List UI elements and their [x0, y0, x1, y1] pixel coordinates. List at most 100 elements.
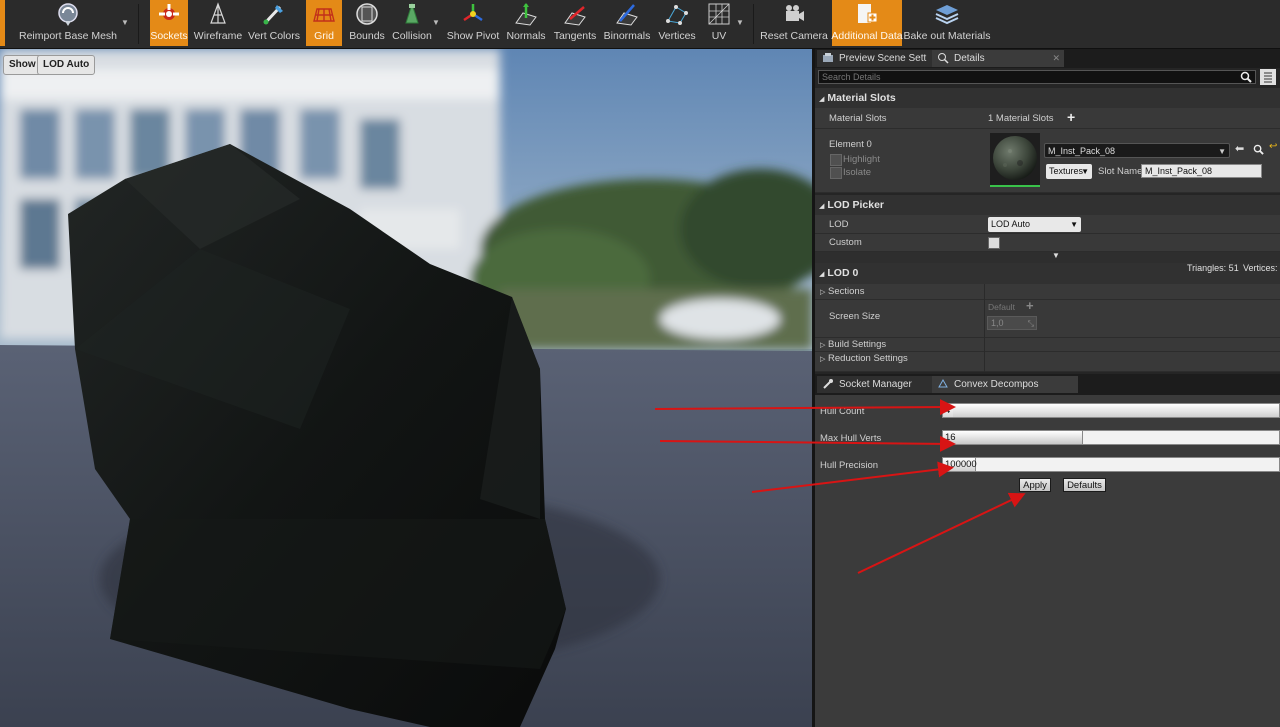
collision-button[interactable]: Collision: [392, 0, 432, 46]
lod-auto-button[interactable]: LOD Auto: [37, 55, 96, 75]
mesh-viewport[interactable]: Show LOD Auto: [0, 49, 812, 727]
socket-manager-icon: [823, 379, 833, 389]
apply-button[interactable]: Apply: [1019, 478, 1051, 492]
vert-colors-button[interactable]: Vert Colors: [248, 0, 300, 46]
show-menu-button[interactable]: Show: [3, 55, 42, 75]
tab-details[interactable]: Details ✕: [932, 50, 1064, 67]
toolbar-label: Vertices: [658, 30, 696, 42]
tab-convex-decomposition[interactable]: Convex Decompos: [932, 376, 1078, 393]
add-material-slot-icon[interactable]: +: [1067, 109, 1075, 125]
custom-label: Custom: [829, 237, 862, 248]
toolbar-label: Sockets: [150, 30, 188, 42]
binormals-button[interactable]: Binormals: [604, 0, 650, 46]
reimport-dropdown-arrow[interactable]: ▼: [121, 18, 129, 27]
toolbar-label: Tangents: [553, 30, 597, 42]
pivot-icon: [460, 1, 486, 27]
toolbar-label: Vert Colors: [248, 30, 300, 42]
details-icon: [938, 53, 949, 64]
reimport-base-mesh-button[interactable]: Reimport Base Mesh: [19, 0, 117, 46]
uv-dropdown-arrow[interactable]: ▼: [736, 18, 744, 27]
additional-data-button[interactable]: Additional Data: [831, 0, 903, 46]
build-settings-row[interactable]: ▷ Build Settings: [815, 338, 1280, 352]
hull-precision-value: 100000: [945, 459, 977, 470]
chevron-down-icon: ▼: [1052, 251, 1060, 260]
section-title: Material Slots: [827, 92, 896, 104]
wireframe-icon: [205, 1, 231, 27]
tangents-button[interactable]: Tangents: [552, 0, 598, 46]
reset-camera-button[interactable]: Reset Camera: [760, 0, 828, 46]
element-0-label: Element 0: [829, 139, 872, 150]
toolbar-label: Reset Camera: [760, 30, 828, 42]
lod0-section-header[interactable]: ◢ LOD 0 Triangles: 51 Vertices:: [815, 263, 1280, 284]
custom-checkbox[interactable]: [988, 237, 1000, 249]
reset-to-default-icon[interactable]: ↩: [1269, 141, 1277, 152]
sections-label: ▷ Sections: [820, 286, 864, 297]
convex-decomposition-panel: Hull Count 4 Max Hull Verts 16 Hull Prec…: [815, 395, 1280, 727]
max-hull-verts-value: 16: [945, 432, 956, 443]
tab-label: Socket Manager: [839, 379, 912, 390]
tab-label: Preview Scene Sett: [839, 53, 927, 64]
chevron-down-icon: ▼: [1081, 167, 1089, 176]
lod-label: LOD: [829, 219, 849, 230]
search-details-box[interactable]: [818, 70, 1256, 84]
toolbar-separator: [138, 4, 139, 44]
normals-icon: [513, 1, 539, 27]
show-pivot-button[interactable]: Show Pivot: [447, 0, 499, 46]
use-selected-arrow-icon[interactable]: ⬅: [1235, 142, 1244, 155]
close-icon[interactable]: ✕: [1052, 50, 1060, 67]
vertices-count: Vertices:: [1243, 263, 1278, 273]
toolbar-label: UV: [711, 30, 727, 42]
tab-label: Details: [954, 53, 985, 64]
isolate-checkbox[interactable]: [830, 167, 842, 179]
grid-view-icon: [1264, 72, 1272, 83]
material-thumbnail[interactable]: [990, 133, 1040, 187]
hull-count-slider[interactable]: 4: [942, 403, 1280, 418]
screen-size-input[interactable]: 1,0 ⤡: [987, 316, 1037, 330]
sections-text: Sections: [828, 286, 865, 297]
build-settings-label: ▷ Build Settings: [820, 339, 886, 350]
toolbar-separator: [753, 4, 754, 44]
max-hull-verts-label: Max Hull Verts: [820, 433, 882, 444]
slot-name-label: Slot Name: [1098, 166, 1143, 177]
grid-button[interactable]: Grid: [306, 0, 342, 46]
default-label: Default: [988, 302, 1015, 312]
max-hull-verts-slider[interactable]: 16: [942, 430, 1280, 445]
highlight-checkbox[interactable]: [830, 154, 842, 166]
chevron-down-icon: ▼: [1070, 220, 1078, 229]
vertices-icon: [664, 1, 690, 27]
browse-search-icon[interactable]: [1253, 144, 1264, 155]
bake-icon: [934, 1, 960, 27]
material-select[interactable]: M_Inst_Pack_08 ▼: [1044, 143, 1230, 158]
bake-out-materials-button[interactable]: Bake out Materials: [903, 0, 991, 46]
defaults-button[interactable]: Defaults: [1063, 478, 1106, 492]
textures-dropdown[interactable]: Textures ▼: [1046, 164, 1092, 179]
reduction-settings-row[interactable]: ▷ Reduction Settings: [815, 352, 1280, 372]
material-slots-section-header[interactable]: ◢ Material Slots: [815, 88, 1280, 108]
search-icon[interactable]: [1240, 71, 1252, 83]
hull-precision-slider[interactable]: 100000: [942, 457, 1280, 472]
view-options-button[interactable]: [1260, 69, 1276, 85]
wireframe-button[interactable]: Wireframe: [194, 0, 242, 46]
uv-button[interactable]: UV: [702, 0, 736, 46]
vertices-button[interactable]: Vertices: [656, 0, 698, 46]
lod-select[interactable]: LOD Auto ▼: [988, 217, 1081, 232]
add-platform-icon[interactable]: +: [1026, 298, 1034, 313]
expand-arrow-icon: ◢: [819, 96, 825, 103]
slot-name-input[interactable]: M_Inst_Pack_08: [1141, 164, 1262, 178]
normals-button[interactable]: Normals: [506, 0, 546, 46]
toolbar-label: Bake out Materials: [903, 30, 991, 42]
lod-picker-section-header[interactable]: ◢ LOD Picker: [815, 195, 1280, 215]
bounds-button[interactable]: Bounds: [348, 0, 386, 46]
expand-arrow-icon: ◢: [819, 271, 825, 278]
collision-dropdown-arrow[interactable]: ▼: [432, 18, 440, 27]
collapsed-arrow-icon: ▷: [820, 289, 826, 296]
build-settings-text: Build Settings: [828, 339, 887, 350]
reduction-settings-label: ▷ Reduction Settings: [820, 353, 908, 364]
screen-size-label: Screen Size: [829, 311, 881, 322]
sockets-button[interactable]: Sockets: [150, 0, 188, 46]
additional-data-icon: [854, 1, 880, 27]
tab-socket-manager[interactable]: Socket Manager: [817, 376, 951, 393]
search-input[interactable]: [819, 71, 1235, 83]
tab-preview-scene-settings[interactable]: Preview Scene Sett: [817, 50, 949, 67]
sections-row[interactable]: ▷ Sections: [815, 284, 1280, 300]
